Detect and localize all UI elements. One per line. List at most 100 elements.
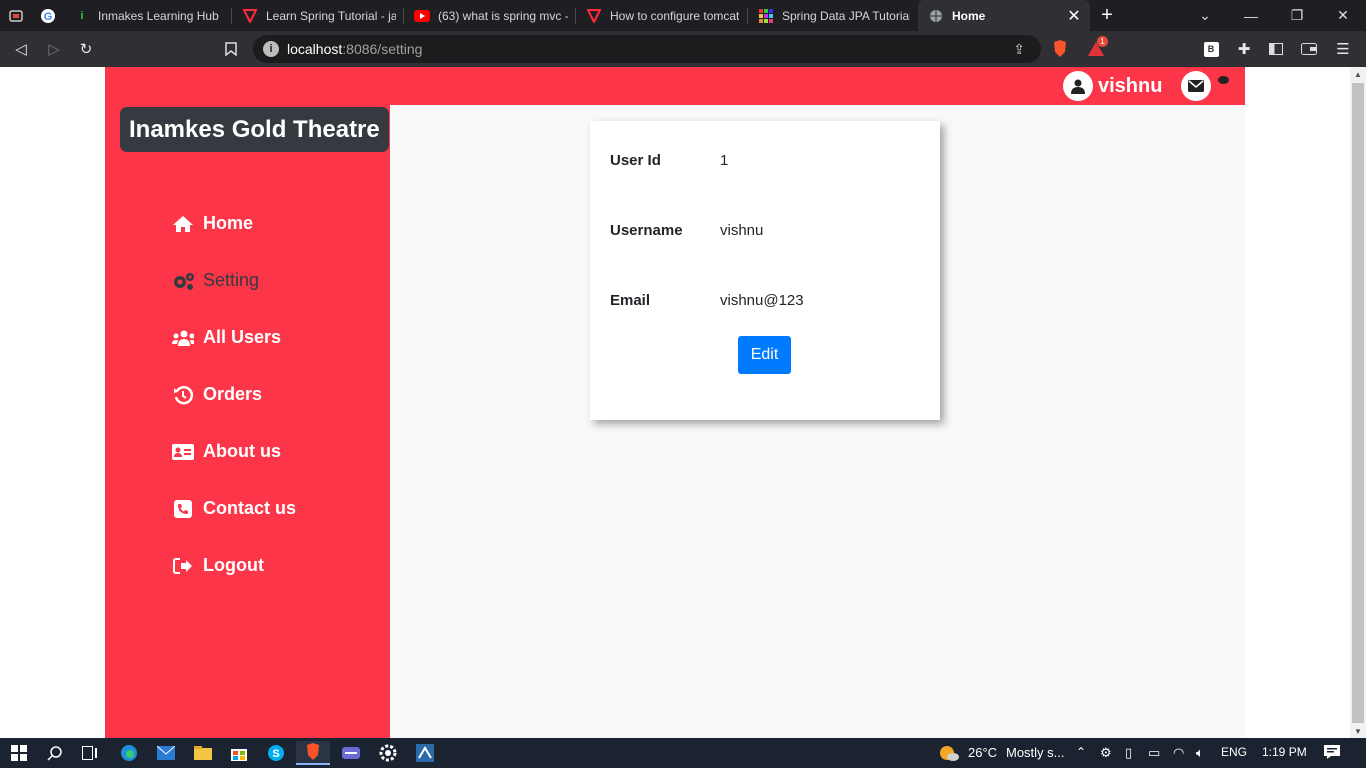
app-taskbar-icon[interactable] <box>339 741 363 765</box>
bookmark-icon[interactable] <box>220 38 242 60</box>
battery-icon[interactable]: ▭ <box>1148 745 1160 761</box>
weather-icon[interactable] <box>937 741 961 765</box>
sidebar-item-label: Home <box>203 213 254 233</box>
username-row: Username vishnu <box>610 222 763 239</box>
tab-inmakes[interactable]: i Inmakes Learning Hub <box>64 0 232 31</box>
google-icon: G <box>40 8 56 24</box>
url-path: :8086/setting <box>342 41 423 57</box>
scroll-down-arrow-icon[interactable]: ▼ <box>1350 724 1366 738</box>
home-icon <box>172 214 194 234</box>
windows-start-icon[interactable] <box>7 741 31 765</box>
sidebar-item-contact-us[interactable]: Contact us <box>172 480 296 537</box>
top-navbar: vishnu <box>105 67 1245 105</box>
window-close-button[interactable]: ✕ <box>1320 0 1366 31</box>
store-icon[interactable] <box>227 741 251 765</box>
brand-title[interactable]: Inamkes Gold Theatre <box>120 107 389 152</box>
search-icon[interactable] <box>43 741 67 765</box>
tab-title: Home <box>952 8 986 23</box>
extensions-puzzle-icon[interactable]: ✚ <box>1233 38 1255 60</box>
notifications-icon[interactable] <box>1324 745 1340 762</box>
user-id-row: User Id 1 <box>610 152 728 169</box>
menu-icon[interactable]: ☰ <box>1332 38 1354 60</box>
tab-javatpoint-tomcat[interactable]: How to configure tomcat <box>576 0 748 31</box>
page-viewport: vishnu Inamkes Gold Theatre Home Setting <box>0 67 1350 738</box>
sidebar-item-label: Contact us <box>203 498 297 518</box>
file-explorer-icon[interactable] <box>191 741 215 765</box>
weather-temperature[interactable]: 26°C <box>968 745 997 760</box>
minimize-button[interactable]: — <box>1228 0 1274 31</box>
tab-title: Inmakes Learning Hub <box>98 8 219 23</box>
svg-text:G: G <box>44 11 53 23</box>
database-tool-icon[interactable] <box>413 741 437 765</box>
close-icon[interactable]: ✕ <box>1066 6 1082 26</box>
share-icon[interactable]: ⇪ <box>1013 41 1025 58</box>
site-info-icon[interactable]: i <box>263 41 279 57</box>
edge-icon[interactable] <box>117 741 141 765</box>
tab-title: (63) what is spring mvc - Y <box>438 8 568 23</box>
task-view-icon[interactable] <box>78 741 102 765</box>
sidebar-item-logout[interactable]: Logout <box>172 537 296 594</box>
brave-rewards-icon[interactable]: 1 <box>1085 36 1108 60</box>
tab-spring-data-jpa[interactable]: Spring Data JPA Tutorial: ( <box>748 0 918 31</box>
settings-gear-icon[interactable] <box>376 741 400 765</box>
reload-icon[interactable]: ↻ <box>75 38 97 60</box>
messages-button[interactable] <box>1181 71 1211 101</box>
language-indicator[interactable]: ENG <box>1221 745 1247 759</box>
id-card-icon <box>172 442 194 462</box>
extension-b-icon[interactable]: B <box>1200 38 1222 60</box>
logout-icon <box>172 556 194 576</box>
javatpoint-icon <box>586 8 602 24</box>
sidebar-item-label: Setting <box>203 270 260 290</box>
address-bar[interactable]: i localhost:8086/setting ⇪ <box>253 35 1041 63</box>
sidebar-toggle-icon[interactable] <box>1265 38 1287 60</box>
sidebar-item-label: All Users <box>203 327 282 347</box>
rewards-badge: 1 <box>1097 36 1108 47</box>
history-icon <box>172 385 194 405</box>
field-label: Username <box>610 222 683 239</box>
forward-icon[interactable]: ▷ <box>43 38 65 60</box>
phone-link-icon[interactable]: ▯ <box>1125 745 1132 761</box>
sidebar-item-all-users[interactable]: All Users <box>172 309 296 366</box>
tab-javatpoint-spring[interactable]: Learn Spring Tutorial - jav <box>232 0 404 31</box>
wallet-icon[interactable] <box>1298 38 1320 60</box>
sidebar-item-orders[interactable]: Orders <box>172 366 296 423</box>
sidebar-item-home[interactable]: Home <box>172 195 296 252</box>
tab-google[interactable]: G <box>32 0 64 31</box>
globe-icon <box>928 8 944 24</box>
edit-button[interactable]: Edit <box>738 336 791 374</box>
youtube-icon <box>414 8 430 24</box>
tab-localhost[interactable] <box>0 0 32 31</box>
brave-taskbar-icon[interactable] <box>296 741 330 765</box>
tab-title: Learn Spring Tutorial - jav <box>266 8 396 23</box>
network-device-icon[interactable]: ⚙ <box>1100 745 1112 761</box>
restore-button[interactable]: ❐ <box>1274 0 1320 31</box>
profile-card: User Id 1 Username vishnu Email vishnu@1… <box>590 121 940 420</box>
user-profile-link[interactable]: vishnu <box>1063 71 1162 101</box>
page-scrollbar[interactable]: ▲ ▼ <box>1350 67 1366 738</box>
scroll-up-arrow-icon[interactable]: ▲ <box>1350 67 1366 81</box>
tab-home-active[interactable]: Home ✕ <box>918 0 1090 31</box>
brave-shields-icon[interactable] <box>1049 38 1071 60</box>
new-tab-button[interactable]: + <box>1090 0 1124 31</box>
email-row: Email vishnu@123 <box>610 292 804 309</box>
inmakes-icon: i <box>80 9 84 22</box>
system-clock[interactable]: 1:19 PM <box>1262 745 1307 759</box>
sidebar-item-about-us[interactable]: About us <box>172 423 296 480</box>
volume-icon[interactable]: 🔈︎ <box>1196 745 1204 761</box>
tab-youtube[interactable]: (63) what is spring mvc - Y <box>404 0 576 31</box>
scrollbar-thumb[interactable] <box>1352 83 1364 723</box>
wifi-icon[interactable]: ◠ <box>1173 745 1184 761</box>
mail-app-icon[interactable] <box>154 741 178 765</box>
sidebar-item-label: Logout <box>203 555 264 575</box>
chat-bubble-icon <box>1218 76 1229 84</box>
user-icon <box>1063 71 1093 101</box>
field-label: User Id <box>610 152 661 169</box>
back-icon[interactable]: ◁ <box>10 38 32 60</box>
skype-icon[interactable]: S <box>264 741 288 765</box>
weather-condition[interactable]: Mostly s... <box>1006 745 1065 760</box>
sidebar-item-setting[interactable]: Setting <box>172 252 296 309</box>
tab-search-chevron-icon[interactable]: ⌄ <box>1182 0 1228 31</box>
header-username: vishnu <box>1098 74 1163 97</box>
field-value: vishnu@123 <box>720 292 804 309</box>
tray-chevron-up-icon[interactable]: ⌃ <box>1076 745 1086 759</box>
